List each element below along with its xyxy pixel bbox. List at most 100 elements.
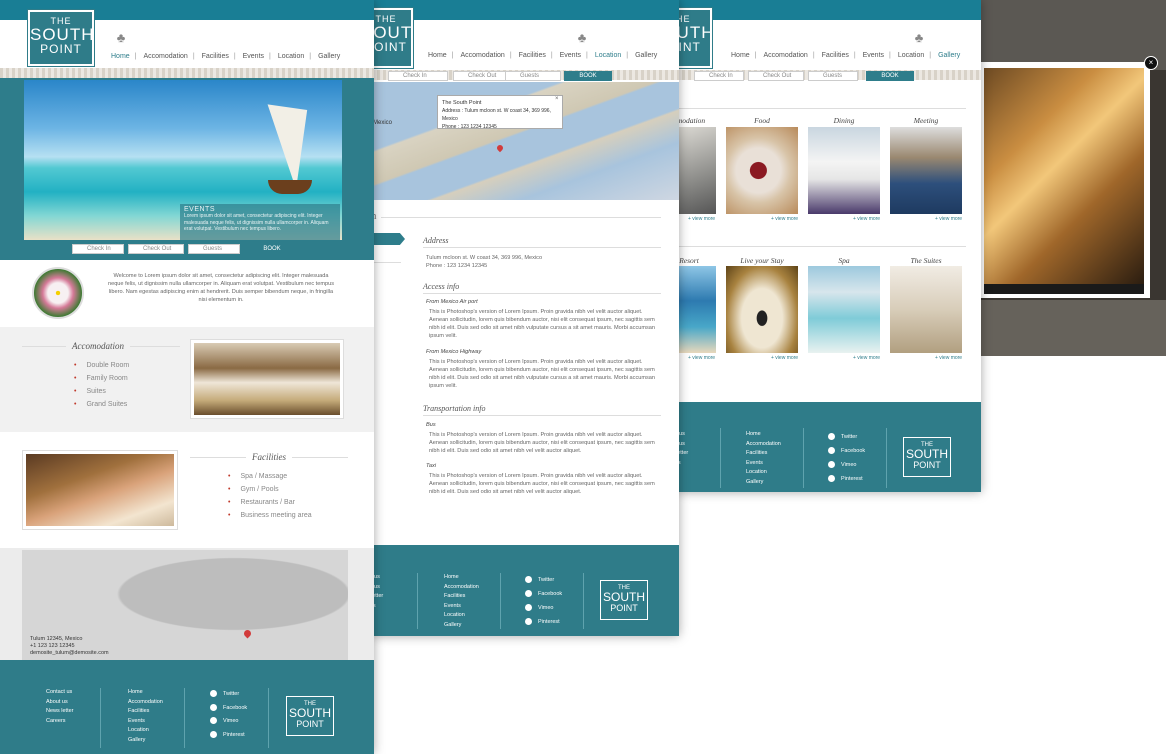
vimeo-link[interactable]: Vimeo bbox=[525, 601, 562, 615]
view-more-link[interactable]: + view more bbox=[935, 355, 962, 361]
pinterest-link[interactable]: Pinterest bbox=[828, 472, 865, 486]
vimeo-link[interactable]: Vimeo bbox=[828, 458, 865, 472]
check-out-field[interactable]: Check Out bbox=[128, 244, 184, 254]
guests-field[interactable]: Guests bbox=[808, 71, 858, 81]
nav-facilities[interactable]: Facilities bbox=[822, 52, 849, 59]
footer-link[interactable]: Home bbox=[128, 688, 163, 698]
nav-home[interactable]: Home bbox=[731, 52, 750, 59]
nav-accomodation[interactable]: Accomodation bbox=[143, 53, 187, 60]
footer-link[interactable]: Events bbox=[746, 459, 781, 469]
active-tab-arrow[interactable] bbox=[371, 233, 405, 245]
twitter-link[interactable]: Twitter bbox=[828, 430, 865, 444]
map-popup-close-icon[interactable]: × bbox=[555, 96, 559, 102]
view-more-link[interactable]: + view more bbox=[688, 216, 715, 222]
facilities-image[interactable] bbox=[22, 450, 178, 530]
footer-link[interactable]: Facilities bbox=[444, 592, 479, 602]
footer-link[interactable]: Accomodation bbox=[444, 583, 479, 593]
gallery-thumb-dining[interactable] bbox=[808, 127, 880, 214]
vimeo-link[interactable]: Vimeo bbox=[210, 715, 247, 729]
lightbox-close-icon[interactable]: × bbox=[1144, 56, 1158, 70]
footer-link[interactable]: Events bbox=[444, 602, 479, 612]
footer-link[interactable]: Careers bbox=[46, 717, 74, 727]
check-out-field[interactable]: Check Out bbox=[748, 71, 804, 81]
logo[interactable]: THE SOUTH POINT bbox=[371, 7, 425, 69]
accomodation-image[interactable] bbox=[190, 339, 344, 419]
footer-logo[interactable]: THE SOUTH POINT bbox=[286, 696, 334, 736]
gallery-thumb-spa[interactable] bbox=[808, 266, 880, 353]
footer-link[interactable]: Home bbox=[444, 573, 479, 583]
accomodation-item[interactable]: Suites bbox=[74, 385, 129, 398]
footer-link[interactable]: Accomodation bbox=[746, 440, 781, 450]
accomodation-item[interactable]: Grand Suites bbox=[74, 398, 129, 411]
view-more-link[interactable]: + view more bbox=[935, 216, 962, 222]
gallery-thumb-food[interactable] bbox=[726, 127, 798, 214]
nav-events[interactable]: Events bbox=[863, 52, 884, 59]
check-in-field[interactable]: Check In bbox=[694, 71, 744, 81]
facilities-item[interactable]: Restaurants / Bar bbox=[228, 496, 312, 509]
nav-home[interactable]: Home bbox=[111, 53, 130, 60]
footer-link[interactable]: Gallery bbox=[746, 478, 781, 488]
footer-link[interactable]: Location bbox=[444, 611, 479, 621]
gallery-thumb-resort[interactable] bbox=[676, 266, 716, 353]
footer-link[interactable]: Location bbox=[746, 468, 781, 478]
footer-link[interactable]: Events bbox=[128, 717, 163, 727]
footer-link[interactable]: Facilities bbox=[128, 707, 163, 717]
check-in-field[interactable]: Check In bbox=[388, 71, 448, 81]
facebook-link[interactable]: Facebook bbox=[210, 702, 247, 716]
accomodation-item[interactable]: Double Room bbox=[74, 359, 129, 372]
guests-field[interactable]: Guests bbox=[188, 244, 240, 254]
nav-location[interactable]: Location bbox=[898, 52, 924, 59]
facilities-item[interactable]: Spa / Massage bbox=[228, 470, 312, 483]
pinterest-link[interactable]: Pinterest bbox=[210, 729, 247, 743]
nav-accomodation[interactable]: Accomodation bbox=[460, 52, 504, 59]
nav-events[interactable]: Events bbox=[243, 53, 264, 60]
facilities-item[interactable]: Gym / Pools bbox=[228, 483, 312, 496]
footer-link[interactable]: News letter bbox=[46, 707, 74, 717]
check-out-field[interactable]: Check Out bbox=[453, 71, 509, 81]
facebook-link[interactable]: Facebook bbox=[828, 444, 865, 458]
twitter-link[interactable]: Twitter bbox=[525, 573, 562, 587]
gallery-thumb-meeting[interactable] bbox=[890, 127, 962, 214]
footer-link[interactable]: Location bbox=[128, 726, 163, 736]
view-more-link[interactable]: + view more bbox=[771, 355, 798, 361]
footer-link[interactable]: Facilities bbox=[746, 449, 781, 459]
book-button[interactable]: BOOK bbox=[866, 71, 914, 81]
footer-logo[interactable]: THE SOUTH POINT bbox=[903, 437, 951, 477]
nav-location[interactable]: Location bbox=[595, 52, 621, 59]
check-in-field[interactable]: Check In bbox=[72, 244, 124, 254]
footer-logo[interactable]: THE SOUTH POINT bbox=[600, 580, 648, 620]
gallery-thumb-live-your-stay[interactable] bbox=[726, 266, 798, 353]
nav-facilities[interactable]: Facilities bbox=[519, 52, 546, 59]
nav-gallery[interactable]: Gallery bbox=[938, 52, 960, 59]
view-more-link[interactable]: + view more bbox=[688, 355, 715, 361]
lightbox-controls[interactable] bbox=[984, 284, 1144, 294]
gallery-thumb-suites[interactable] bbox=[890, 266, 962, 353]
map-email[interactable]: demosite_tulum@demosite.com bbox=[30, 650, 109, 657]
nav-accomodation[interactable]: Accomodation bbox=[763, 52, 807, 59]
book-button[interactable]: BOOK bbox=[248, 244, 296, 254]
nav-home[interactable]: Home bbox=[428, 52, 447, 59]
footer-link[interactable]: Gallery bbox=[128, 736, 163, 746]
pinterest-link[interactable]: Pinterest bbox=[525, 615, 562, 629]
gallery-thumb-accomodation[interactable] bbox=[676, 127, 716, 214]
nav-location[interactable]: Location bbox=[278, 53, 304, 60]
footer-link[interactable]: Contact us bbox=[46, 688, 74, 698]
view-more-link[interactable]: + view more bbox=[771, 216, 798, 222]
accomodation-item[interactable]: Family Room bbox=[74, 372, 129, 385]
nav-gallery[interactable]: Gallery bbox=[318, 53, 340, 60]
footer-link[interactable]: Gallery bbox=[444, 621, 479, 631]
nav-events[interactable]: Events bbox=[560, 52, 581, 59]
view-more-link[interactable]: + view more bbox=[853, 355, 880, 361]
facilities-item[interactable]: Business meeting area bbox=[228, 509, 311, 522]
twitter-link[interactable]: Twitter bbox=[210, 688, 247, 702]
logo[interactable]: THE SOUTH POINT bbox=[27, 9, 95, 67]
footer-link[interactable]: Home bbox=[746, 430, 781, 440]
view-more-link[interactable]: + view more bbox=[853, 216, 880, 222]
book-button[interactable]: BOOK bbox=[564, 71, 612, 81]
nav-gallery[interactable]: Gallery bbox=[635, 52, 657, 59]
facebook-link[interactable]: Facebook bbox=[525, 587, 562, 601]
logo[interactable]: THE SOUTH POINT bbox=[676, 7, 714, 69]
footer-link[interactable]: Accomodation bbox=[128, 698, 163, 708]
guests-field[interactable]: Guests bbox=[505, 71, 561, 81]
nav-facilities[interactable]: Facilities bbox=[202, 53, 229, 60]
